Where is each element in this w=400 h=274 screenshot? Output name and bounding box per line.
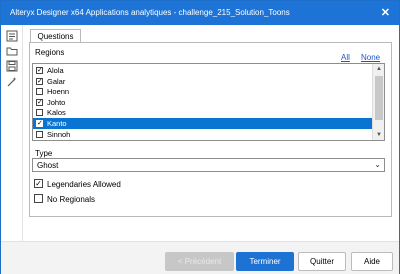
list-item[interactable]: Kalos <box>33 107 373 118</box>
list-item[interactable]: Hoenn <box>33 86 373 97</box>
chevron-down-icon: ⌄ <box>374 160 381 169</box>
finish-button[interactable]: Terminer <box>236 252 294 271</box>
list-item[interactable]: ✓ Alola <box>33 65 373 76</box>
sidebar <box>1 25 23 273</box>
list-item[interactable]: ✓ Kanto <box>33 118 373 129</box>
regions-list[interactable]: ✓ Alola ✓ Galar Hoenn ✓ Johto Kalos ✓ Kanto Sinnoh… <box>32 63 385 141</box>
region-checkbox[interactable]: ✓ <box>36 120 43 127</box>
window-title: Alteryx Designer x64 Applications analyt… <box>10 8 290 17</box>
legendaries-checkbox[interactable]: ✓ <box>34 179 43 188</box>
app-window: Alteryx Designer x64 Applications analyt… <box>0 0 400 274</box>
regions-label: Regions <box>35 48 65 57</box>
region-checkbox[interactable]: ✓ <box>36 67 43 74</box>
select-all-link[interactable]: All <box>341 53 350 62</box>
close-icon[interactable]: ✕ <box>381 6 390 19</box>
save-icon[interactable] <box>6 60 18 72</box>
region-checkbox[interactable]: ✓ <box>36 77 43 85</box>
region-label: Sinnoh <box>47 129 71 139</box>
region-label: Kanto <box>47 119 67 128</box>
list-item[interactable]: ✓ Galar <box>33 76 373 87</box>
type-select-value: Ghost <box>37 161 59 170</box>
no-regionals-label: No Regionals <box>47 195 96 204</box>
folder-icon[interactable] <box>6 45 18 57</box>
scroll-down-icon[interactable]: ▼ <box>373 130 384 140</box>
region-checkbox[interactable]: ✓ <box>36 98 43 106</box>
list-item[interactable]: ✓ Johto <box>33 97 373 108</box>
magic-wand-icon[interactable] <box>6 76 18 88</box>
region-checkbox[interactable] <box>36 130 43 138</box>
quit-button[interactable]: Quitter <box>298 252 346 271</box>
scroll-up-icon[interactable]: ▲ <box>373 64 384 74</box>
tab-questions[interactable]: Questions <box>30 29 81 43</box>
previous-button[interactable]: < Précédent <box>165 252 234 271</box>
no-regionals-checkbox[interactable] <box>34 194 43 203</box>
select-none-link[interactable]: None <box>361 53 380 62</box>
region-label: Galar <box>47 76 66 86</box>
title-bar: Alteryx Designer x64 Applications analyt… <box>1 1 399 25</box>
regions-scrollbar[interactable]: ▲ ▼ <box>372 64 384 140</box>
region-label: Kalos <box>47 108 66 118</box>
list-item[interactable]: Sinnoh <box>33 129 373 140</box>
region-checkbox[interactable] <box>36 88 43 96</box>
region-checkbox[interactable] <box>36 109 43 117</box>
help-button[interactable]: Aide <box>351 252 393 271</box>
legendaries-label: Legendaries Allowed <box>47 180 121 189</box>
footer-bar: < Précédent Terminer Quitter Aide <box>1 241 399 274</box>
region-label: Alola <box>47 66 64 75</box>
scroll-thumb[interactable] <box>375 76 383 120</box>
region-label: Hoenn <box>47 87 70 97</box>
type-select[interactable]: Ghost ⌄ <box>32 158 385 172</box>
list-icon[interactable] <box>6 30 18 42</box>
region-label: Johto <box>47 97 66 107</box>
type-label: Type <box>35 149 53 158</box>
